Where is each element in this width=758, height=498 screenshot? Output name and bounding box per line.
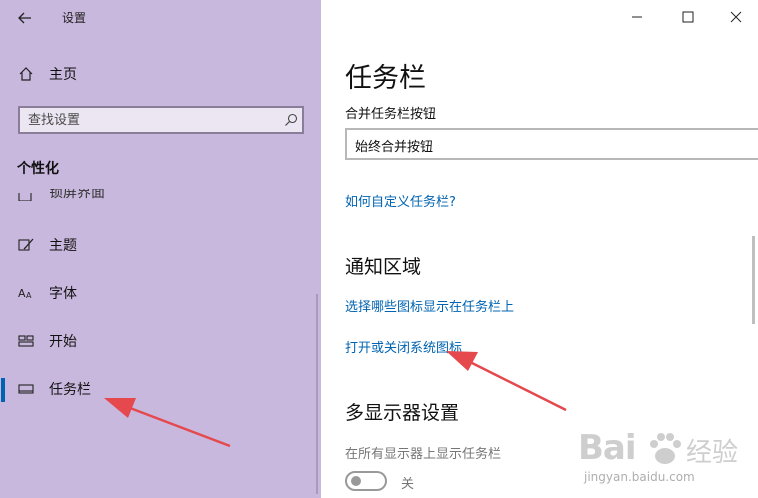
- lockscreen-icon: [18, 193, 32, 201]
- search-input[interactable]: [20, 108, 278, 132]
- sidebar-item-home[interactable]: 主页: [0, 54, 321, 94]
- watermark-url: jingyan.baidu.com: [584, 470, 695, 484]
- sidebar-item-label: 字体: [49, 286, 77, 302]
- font-icon: AA: [17, 284, 35, 302]
- watermark-suffix: 经验: [686, 438, 739, 468]
- svg-text:A: A: [26, 291, 32, 300]
- system-icons-link[interactable]: 打开或关闭系统图标: [345, 337, 462, 356]
- sidebar-item-lockscreen[interactable]: 锁屏界面: [49, 189, 169, 201]
- maximize-icon: [682, 11, 694, 23]
- baidu-watermark: Bai 经验 jingyan.baidu.com: [576, 420, 756, 496]
- taskbar-icon: [17, 380, 35, 398]
- close-icon: [730, 11, 742, 23]
- svg-text:A: A: [18, 287, 26, 300]
- multi-display-heading: 多显示器设置: [345, 402, 460, 424]
- back-button[interactable]: [8, 4, 42, 32]
- maximize-button[interactable]: [666, 0, 710, 34]
- sidebar-item-themes[interactable]: 主题: [0, 225, 321, 265]
- close-button[interactable]: [714, 0, 758, 34]
- sidebar: 设置 主页 个性化 锁屏界面 主题 AA 字体 开始: [0, 0, 321, 498]
- minimize-button[interactable]: [615, 0, 659, 34]
- paw-logo-icon: [650, 433, 681, 464]
- sidebar-item-label: 主页: [49, 67, 77, 83]
- page-title: 任务栏: [345, 63, 426, 94]
- watermark-brand: Bai: [578, 428, 637, 468]
- show-all-displays-toggle[interactable]: [345, 471, 387, 491]
- search-box[interactable]: [18, 106, 304, 134]
- window-title: 设置: [62, 11, 87, 25]
- main-scrollbar[interactable]: [752, 236, 755, 324]
- minimize-icon: [632, 16, 642, 18]
- start-icon: [17, 332, 35, 350]
- sidebar-item-start[interactable]: 开始: [0, 321, 321, 361]
- combine-buttons-label: 合并任务栏按钮: [345, 107, 437, 122]
- sidebar-item-label: 锁屏界面: [49, 189, 105, 201]
- show-all-displays-label: 在所有显示器上显示任务栏: [345, 447, 502, 462]
- brush-icon: [17, 236, 35, 254]
- combine-buttons-value: 始终合并按钮: [355, 140, 434, 155]
- search-icon[interactable]: [284, 112, 298, 131]
- toggle-state-label: 关: [401, 477, 415, 492]
- sidebar-item-label: 任务栏: [49, 382, 91, 398]
- toggle-knob: [351, 476, 361, 486]
- back-arrow-icon: [18, 12, 31, 24]
- select-icons-link[interactable]: 选择哪些图标显示在任务栏上: [345, 296, 514, 315]
- sidebar-item-label: 开始: [49, 334, 77, 350]
- notification-area-heading: 通知区域: [345, 256, 422, 278]
- section-title: 个性化: [17, 161, 59, 177]
- home-icon: [17, 65, 35, 83]
- customize-taskbar-link[interactable]: 如何自定义任务栏?: [345, 191, 456, 210]
- sidebar-item-taskbar[interactable]: 任务栏: [0, 369, 321, 409]
- sidebar-scrollbar[interactable]: [316, 294, 318, 494]
- sidebar-item-fonts[interactable]: AA 字体: [0, 273, 321, 313]
- combine-buttons-dropdown[interactable]: 始终合并按钮: [345, 128, 758, 160]
- sidebar-item-label: 主题: [49, 238, 77, 254]
